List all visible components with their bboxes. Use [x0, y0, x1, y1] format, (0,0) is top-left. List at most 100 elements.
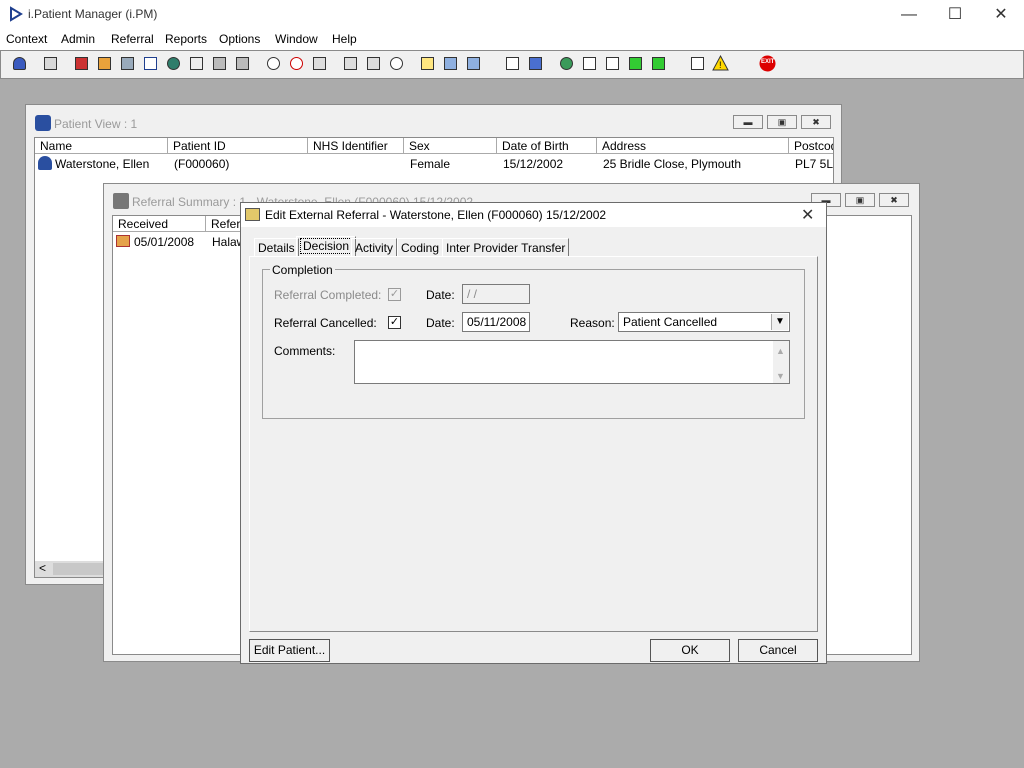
- col-sex[interactable]: Sex: [404, 138, 497, 154]
- tab-details[interactable]: Details: [254, 238, 299, 256]
- referral-restore-button[interactable]: ▣: [845, 193, 875, 207]
- edit-icon[interactable]: [95, 54, 114, 73]
- exit-icon[interactable]: EXIT: [758, 54, 777, 73]
- bed-icon[interactable]: [441, 54, 460, 73]
- clock-icon[interactable]: [287, 54, 306, 73]
- completed-date-field[interactable]: / /: [462, 284, 530, 304]
- tab-inter-provider-transfer[interactable]: Inter Provider Transfer: [442, 238, 570, 256]
- screen-icon[interactable]: [310, 54, 329, 73]
- menu-referral[interactable]: Referral: [111, 32, 154, 46]
- person-icon[interactable]: [164, 54, 183, 73]
- referral-cancelled-checkbox[interactable]: ✓: [388, 316, 401, 329]
- cell-name: Waterstone, Ellen: [55, 157, 150, 171]
- globe-icon[interactable]: [557, 54, 576, 73]
- minimize-button[interactable]: —: [886, 0, 932, 30]
- flag2-icon[interactable]: [233, 54, 252, 73]
- completion-group-label: Completion: [270, 263, 335, 277]
- patient-view-close-button[interactable]: ✖: [801, 115, 831, 129]
- patient-view-minimize-button[interactable]: ▬: [733, 115, 763, 129]
- patient-icon: [38, 156, 52, 170]
- exit-label: EXIT: [761, 59, 775, 65]
- col-name[interactable]: Name: [35, 138, 168, 154]
- reason-select[interactable]: Patient Cancelled ▼: [618, 312, 790, 332]
- menu-help[interactable]: Help: [332, 32, 357, 46]
- patient-view-title: Patient View : 1: [54, 117, 138, 131]
- col-patient-id[interactable]: Patient ID: [168, 138, 308, 154]
- form-icon[interactable]: [187, 54, 206, 73]
- app-title: i.Patient Manager (i.PM): [28, 7, 158, 21]
- patient-view-titlebar: Patient View : 1 ▬ ▣ ✖: [26, 105, 841, 131]
- comments-scrollbar[interactable]: ▲ ▼: [773, 341, 789, 383]
- cancelled-date-field[interactable]: 05/11/2008: [462, 312, 530, 332]
- print-icon[interactable]: [41, 54, 60, 73]
- horizontal-scrollbar[interactable]: <: [35, 561, 105, 577]
- page-icon[interactable]: [503, 54, 522, 73]
- app-titlebar: i.Patient Manager (i.PM) — ☐ ✕: [0, 0, 1024, 30]
- referral-completed-checkbox[interactable]: ✓: [388, 288, 401, 301]
- swap-icon[interactable]: [688, 54, 707, 73]
- doc-icon[interactable]: [364, 54, 383, 73]
- note-icon[interactable]: [418, 54, 437, 73]
- menu-context[interactable]: Context: [6, 32, 47, 46]
- patient-view-restore-button[interactable]: ▣: [767, 115, 797, 129]
- arrow-icon[interactable]: [626, 54, 645, 73]
- tab-coding[interactable]: Coding: [397, 238, 444, 256]
- list-icon[interactable]: [580, 54, 599, 73]
- scroll-left-arrow[interactable]: <: [39, 561, 46, 575]
- scroll-up-icon[interactable]: ▲: [776, 342, 785, 360]
- col-nhs[interactable]: NHS Identifier: [308, 138, 404, 154]
- chevron-down-icon[interactable]: ▼: [771, 314, 788, 330]
- referral-close-button[interactable]: ✖: [879, 193, 909, 207]
- flag-icon[interactable]: [210, 54, 229, 73]
- close-button[interactable]: ✕: [978, 0, 1024, 30]
- cell-address: 25 Bridle Close, Plymouth: [603, 157, 742, 171]
- cancelled-date-label: Date:: [426, 316, 455, 330]
- col-received[interactable]: Received: [113, 216, 206, 232]
- menu-admin[interactable]: Admin: [61, 32, 95, 46]
- patient-window-icon: [35, 115, 51, 131]
- menu-options[interactable]: Options: [219, 32, 260, 46]
- refresh-icon[interactable]: [649, 54, 668, 73]
- tab-activity[interactable]: Activity: [351, 238, 398, 256]
- cancel-button[interactable]: Cancel: [738, 639, 818, 662]
- book-icon[interactable]: [72, 54, 91, 73]
- camera-icon[interactable]: [118, 54, 137, 73]
- menu-reports[interactable]: Reports: [165, 32, 207, 46]
- col-dob[interactable]: Date of Birth: [497, 138, 597, 154]
- check-icon[interactable]: [603, 54, 622, 73]
- scroll-down-icon[interactable]: ▼: [776, 367, 785, 385]
- warning-icon[interactable]: !: [711, 54, 730, 73]
- dialog-title: Edit External Referral - Waterstone, Ell…: [265, 208, 607, 222]
- table-row[interactable]: Waterstone, Ellen (F000060) Female 15/12…: [35, 155, 834, 173]
- patient-icon[interactable]: [10, 54, 29, 73]
- col-postcode[interactable]: Postcode: [789, 138, 833, 154]
- dialog-icon: [245, 208, 260, 221]
- edit-patient-button[interactable]: Edit Patient...: [249, 639, 330, 662]
- circle-icon[interactable]: [387, 54, 406, 73]
- toolbar: ! EXIT: [0, 50, 1024, 79]
- app-logo-icon: [10, 6, 23, 22]
- transfer-icon[interactable]: [464, 54, 483, 73]
- referral-window-icon: [113, 193, 129, 209]
- dialog-close-button[interactable]: ✕: [801, 205, 814, 225]
- ok-button[interactable]: OK: [650, 639, 730, 662]
- scroll-thumb[interactable]: [53, 563, 103, 575]
- referral-cancelled-label: Referral Cancelled:: [274, 316, 377, 330]
- search-icon[interactable]: [264, 54, 283, 73]
- comments-textarea[interactable]: ▲ ▼: [354, 340, 790, 384]
- cell-patient-id: (F000060): [174, 157, 230, 171]
- m-icon[interactable]: [141, 54, 160, 73]
- menubar: Context Admin Referral Reports Options W…: [0, 30, 1024, 50]
- cell-received: 05/01/2008: [134, 235, 195, 249]
- tab-decision[interactable]: Decision: [296, 236, 357, 257]
- menu-window[interactable]: Window: [275, 32, 318, 46]
- chart-icon[interactable]: [526, 54, 545, 73]
- col-address[interactable]: Address: [597, 138, 789, 154]
- maximize-button[interactable]: ☐: [932, 0, 978, 30]
- tab-decision-label: Decision: [300, 238, 353, 254]
- dialog-titlebar: Edit External Referral - Waterstone, Ell…: [241, 203, 826, 227]
- cell-postcode: PL7 5LF: [795, 157, 834, 171]
- report-icon[interactable]: [341, 54, 360, 73]
- completed-date-label: Date:: [426, 288, 455, 302]
- comments-label: Comments:: [274, 344, 336, 358]
